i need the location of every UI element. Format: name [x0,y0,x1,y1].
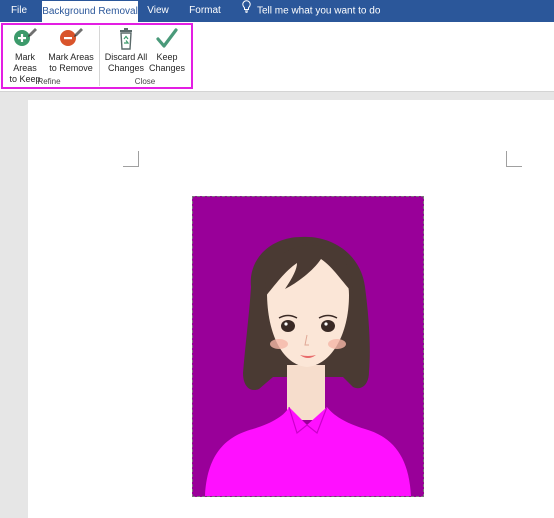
tell-me-search[interactable]: Tell me what you want to do [242,0,380,22]
minus-pencil-icon [58,26,84,52]
discard-all-changes-button[interactable]: Discard All Changes [104,24,148,78]
keep-changes-label: Keep Changes [148,52,186,73]
lightbulb-icon [242,0,251,22]
ribbon-panel: Mark Areas to Keep Mark Areas to Remove … [0,22,554,92]
document-page[interactable] [28,100,554,518]
ribbon-tab-bar: File Background Removal View Format Tell… [0,0,554,23]
group-label-close: Close [134,77,156,86]
tell-me-placeholder: Tell me what you want to do [257,5,381,17]
margin-corner-mark [506,151,522,167]
recycle-bin-icon [113,26,139,52]
mark-areas-to-remove-button[interactable]: Mark Areas to Remove [47,24,95,78]
document-area [0,93,554,518]
group-label-refine: Refine [37,77,61,86]
tab-view[interactable]: View [140,0,176,22]
portrait-illustration [193,197,423,496]
plus-pencil-icon [12,26,38,52]
tab-file[interactable]: File [2,0,36,22]
keep-changes-button[interactable]: Keep Changes [148,24,186,78]
checkmark-icon [154,26,180,52]
tab-background-removal[interactable]: Background Removal [42,1,138,23]
tab-format[interactable]: Format [184,0,226,22]
margin-corner-mark [123,151,139,167]
selected-image[interactable] [192,196,424,497]
mark-areas-to-keep-button[interactable]: Mark Areas to Keep [3,24,47,84]
discard-all-changes-label: Discard All Changes [104,52,148,73]
mark-areas-to-remove-label: Mark Areas to Remove [48,52,94,73]
